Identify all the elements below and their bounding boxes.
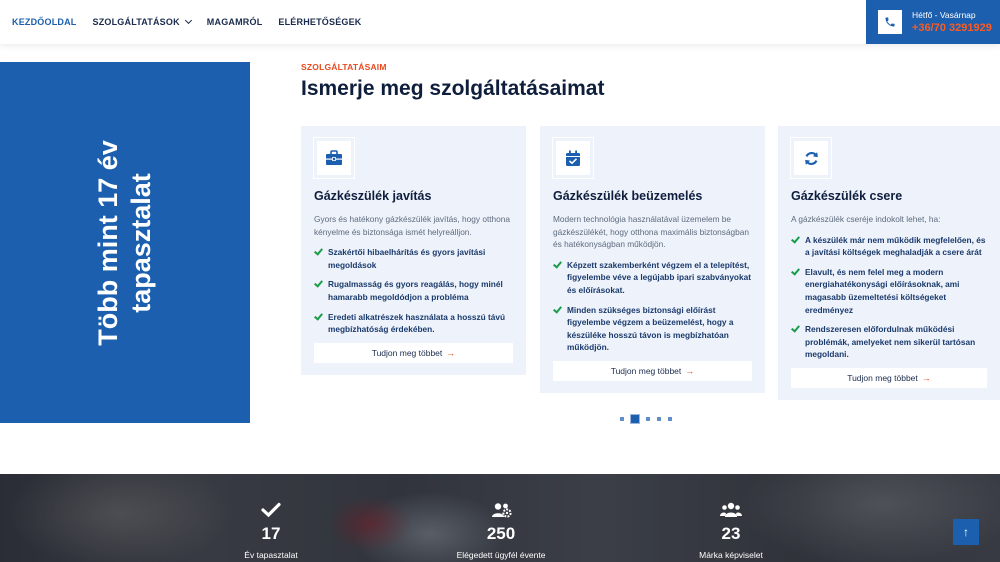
feature-text: Minden szükséges biztonsági előírást fig… xyxy=(567,304,734,353)
checkmark-icon xyxy=(261,502,281,518)
list-item: Rendszeresen előfordulnak működési probl… xyxy=(791,323,987,361)
nav-item-about[interactable]: MAGAMRÓL xyxy=(207,17,263,27)
feature-list: A készülék már nem működik megfelelően, … xyxy=(791,234,987,361)
card-description: Gyors és hatékony gázkészülék javítás, h… xyxy=(314,214,511,237)
contact-box: Hétfő - Vasárnap +36/70 3291929 xyxy=(866,0,1000,44)
feature-text: A készülék már nem működik megfelelően, … xyxy=(805,234,986,258)
feature-text: Elavult, és nem felel meg a modern energ… xyxy=(805,266,960,315)
check-icon xyxy=(791,235,800,244)
feature-text: Eredeti alkatrészek használata a hosszú … xyxy=(328,311,506,335)
stat-value: 23 xyxy=(721,524,741,543)
card-description: Modern technológia használatával üzemele… xyxy=(553,214,750,250)
experience-text: Több mint 17 év tapasztalat xyxy=(92,140,158,346)
users-icon xyxy=(720,502,742,517)
stat-label: Év tapasztalat xyxy=(244,550,298,560)
service-card-replacement: Gázkészülék csere A gázkészülék cseréje … xyxy=(778,126,1000,400)
scroll-to-top-button[interactable]: ↑ xyxy=(953,519,979,545)
feature-text: Rugalmasság és gyors reagálás, hogy miné… xyxy=(328,279,503,302)
card-title: Gázkészülék csere xyxy=(791,189,903,203)
check-icon xyxy=(314,312,323,321)
feature-list: Képzett szakemberként végzem el a telepí… xyxy=(553,259,752,354)
list-item: Minden szükséges biztonsági előírást fig… xyxy=(553,304,752,354)
stat-value: 17 xyxy=(261,524,281,543)
carousel-dot[interactable] xyxy=(668,417,672,421)
learn-more-button[interactable]: Tudjon meg többet → xyxy=(314,342,513,363)
arrow-right-icon: → xyxy=(685,365,695,376)
arrow-right-icon: → xyxy=(446,347,456,358)
users-gear-icon xyxy=(492,503,512,518)
calendar-check-icon xyxy=(552,137,594,179)
stats-band: 17 Év tapasztalat 250 Elégedett ügyfél é… xyxy=(0,474,1000,562)
nav-item-label: MAGAMRÓL xyxy=(206,17,263,27)
top-navigation: KEZDŐOLDAL SZOLGÁLTATÁSOK MAGAMRÓL ELÉRH… xyxy=(0,0,1000,44)
list-item: Eredeti alkatrészek használata a hosszú … xyxy=(314,311,513,336)
card-title: Gázkészülék javítás xyxy=(314,189,432,203)
learn-more-button[interactable]: Tudjon meg többet → xyxy=(791,367,987,388)
carousel-dots xyxy=(620,415,672,423)
phone-number-link[interactable]: +36/70 3291929 xyxy=(912,22,992,34)
toolbox-icon xyxy=(313,137,355,179)
learn-more-button[interactable]: Tudjon meg többet → xyxy=(553,360,752,381)
arrow-up-icon: ↑ xyxy=(963,525,969,539)
check-icon xyxy=(314,279,323,288)
section-eyebrow: SZOLGÁLTATÁSAIM xyxy=(301,62,387,72)
list-item: Képzett szakemberként végzem el a telepí… xyxy=(553,259,752,297)
stat-label: Elégedett ügyfél évente xyxy=(456,550,546,560)
opening-days: Hétfő - Vasárnap xyxy=(912,10,976,20)
nav-item-label: SZOLGÁLTATÁSOK xyxy=(92,17,180,27)
list-item: Szakértői hibaelhárítás és gyors javítás… xyxy=(314,246,513,271)
feature-text: Rendszeresen előfordulnak működési probl… xyxy=(805,324,976,360)
experience-line-1: Több mint 17 év xyxy=(93,140,123,346)
list-item: A készülék már nem működik megfelelően, … xyxy=(791,234,987,259)
stat-value: 250 xyxy=(486,524,516,543)
card-description: A gázkészülék cseréje indokolt lehet, ha… xyxy=(791,214,941,224)
stat-label: Márka képviselet xyxy=(699,550,763,560)
phone-icon[interactable] xyxy=(878,10,902,34)
check-icon xyxy=(553,260,562,269)
service-card-repair: Gázkészülék javítás Gyors és hatékony gá… xyxy=(301,126,526,375)
card-title: Gázkészülék beüzemelés xyxy=(553,189,703,203)
carousel-dot[interactable] xyxy=(631,415,639,423)
nav-item-services[interactable]: SZOLGÁLTATÁSOK xyxy=(92,16,192,27)
service-card-installation: Gázkészülék beüzemelés Modern technológi… xyxy=(540,126,765,393)
nav-item-label: KEZDŐOLDAL xyxy=(12,17,77,27)
chevron-down-icon xyxy=(184,16,192,25)
nav-item-home[interactable]: KEZDŐOLDAL xyxy=(12,17,77,27)
button-label: Tudjon meg többet xyxy=(610,365,682,376)
arrow-right-icon: → xyxy=(921,372,931,383)
contact-text: Hétfő - Vasárnap +36/70 3291929 xyxy=(912,10,992,34)
nav-links: KEZDŐOLDAL SZOLGÁLTATÁSOK MAGAMRÓL ELÉRH… xyxy=(12,0,362,44)
list-item: Elavult, és nem felel meg a modern energ… xyxy=(791,266,987,316)
check-icon xyxy=(314,247,323,256)
list-item: Rugalmasság és gyors reagálás, hogy miné… xyxy=(314,278,513,303)
nav-item-contacts[interactable]: ELÉRHETŐSÉGEK xyxy=(278,17,361,27)
feature-text: Szakértői hibaelhárítás és gyors javítás… xyxy=(328,247,486,270)
button-label: Tudjon meg többet xyxy=(847,372,918,383)
check-icon xyxy=(791,324,800,333)
button-label: Tudjon meg többet xyxy=(371,347,443,358)
nav-item-label: ELÉRHETŐSÉGEK xyxy=(278,17,362,27)
experience-panel: Több mint 17 év tapasztalat xyxy=(0,62,250,423)
feature-text: Képzett szakemberként végzem el a telepí… xyxy=(567,259,751,295)
carousel-dot[interactable] xyxy=(657,417,661,421)
check-icon xyxy=(791,267,800,276)
experience-line-2: tapasztalat xyxy=(126,173,156,313)
carousel-dot[interactable] xyxy=(646,417,650,421)
carousel-dot[interactable] xyxy=(620,417,624,421)
refresh-icon xyxy=(790,137,832,179)
check-icon xyxy=(553,305,562,314)
feature-list: Szakértői hibaelhárítás és gyors javítás… xyxy=(314,246,513,336)
section-title: Ismerje meg szolgáltatásaimat xyxy=(301,77,605,100)
